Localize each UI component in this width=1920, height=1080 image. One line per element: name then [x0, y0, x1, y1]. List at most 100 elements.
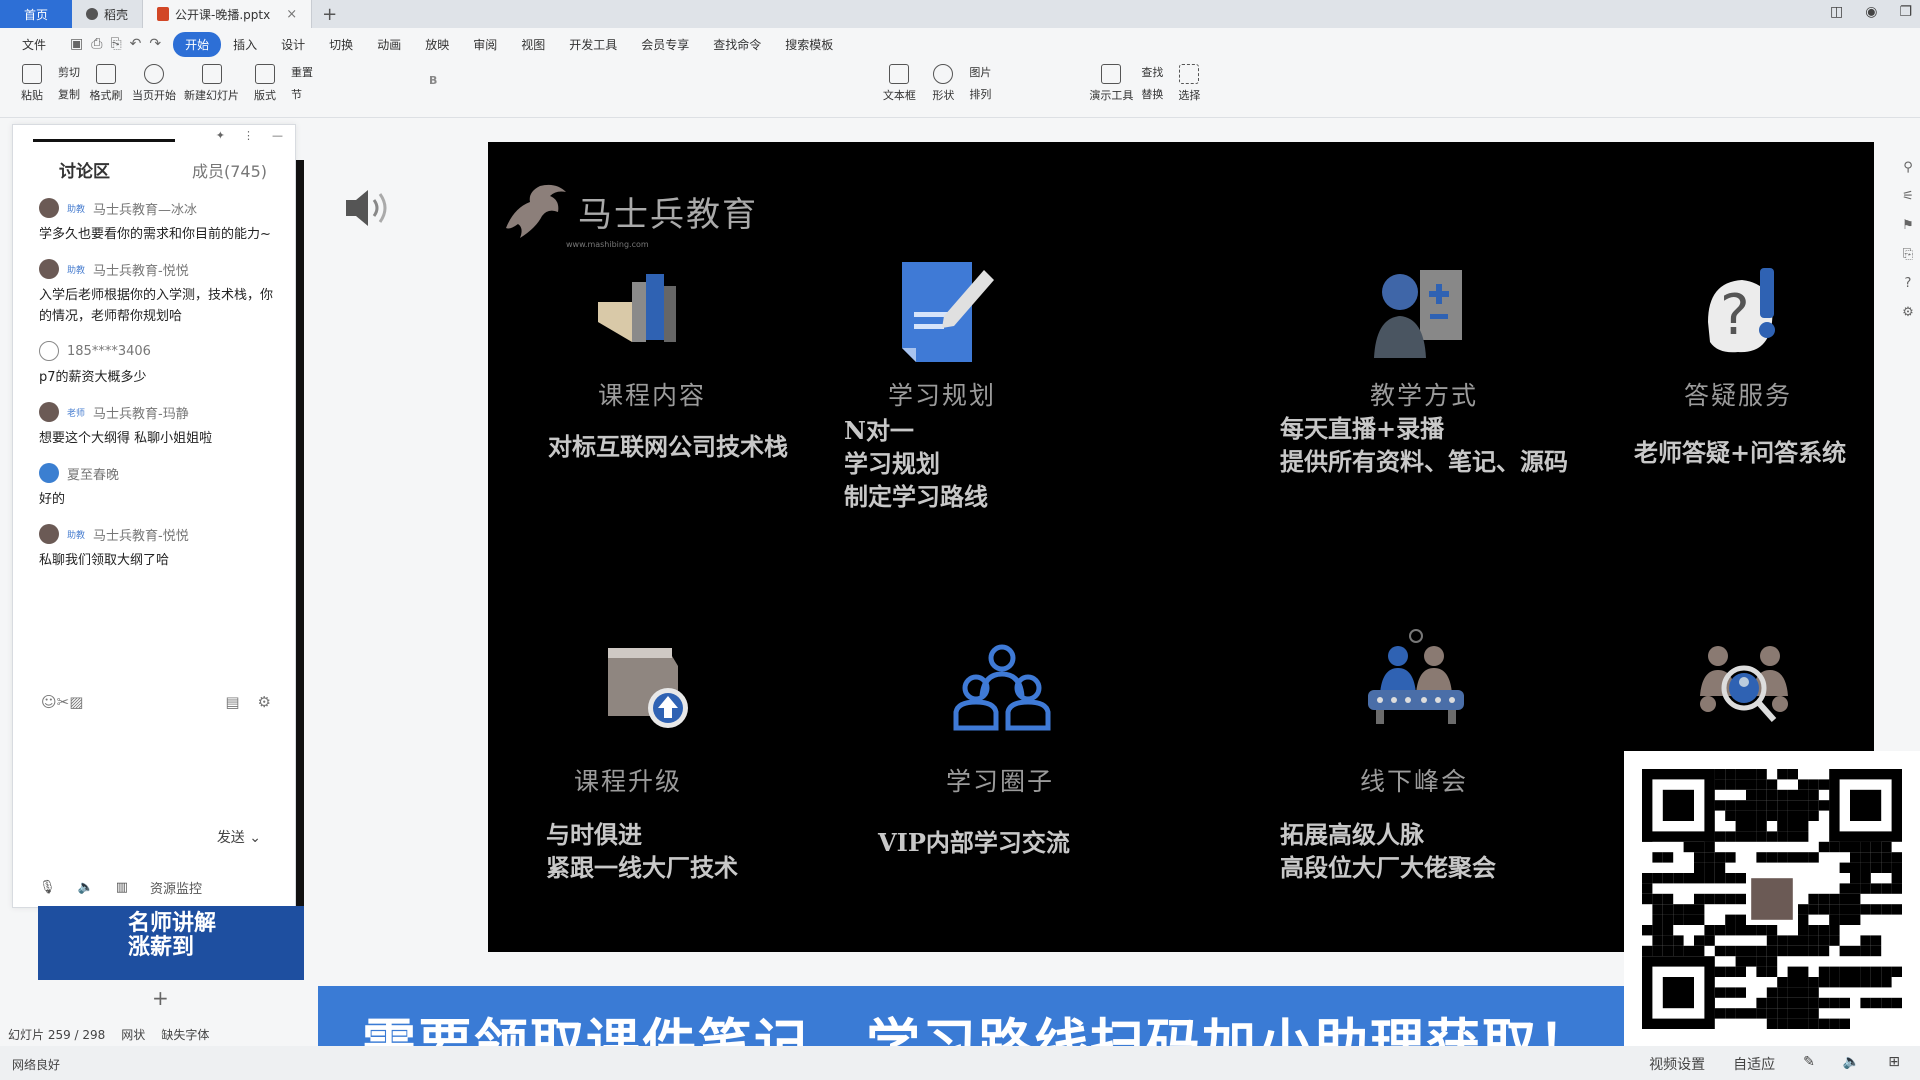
people-search-icon: [1700, 646, 1788, 722]
brand-logo: 马士兵教育 www.mashibing.com: [500, 178, 758, 249]
tab-members[interactable]: 成员(745): [192, 158, 267, 182]
tab-docer[interactable]: 稻壳: [72, 0, 144, 28]
save-icon[interactable]: ▣: [70, 36, 83, 52]
feature-desc-line: 提供所有资料、笔记、源码: [1280, 447, 1568, 476]
microphone-icon[interactable]: 🎙: [39, 880, 56, 895]
undo-icon[interactable]: ↶: [130, 36, 142, 52]
rail-icon-1[interactable]: ⚲: [1903, 160, 1913, 175]
menu-search-template[interactable]: 搜索模板: [773, 32, 845, 57]
grid-icon[interactable]: ⊞: [1888, 1054, 1900, 1074]
tab-presentation[interactable]: 公开课-晚播.pptx ×: [143, 0, 313, 28]
reset-button[interactable]: 重置: [291, 64, 313, 80]
bottom-bar: 网络良好 视频设置 自适应 ✎ 🔈 ⊞: [0, 1046, 1920, 1080]
chat-panel: ✦ ⋮ — 讨论区 成员(745) 助教 马士兵教育—冰冰 学多久也要看你的需求和…: [12, 124, 296, 908]
menu-insert[interactable]: 插入: [221, 32, 269, 57]
screenshot-icon[interactable]: ▤: [225, 693, 239, 711]
cut-button[interactable]: 剪切: [58, 64, 80, 80]
video-settings-button[interactable]: 视频设置: [1649, 1054, 1705, 1074]
sender-name: 马士兵教育-悦悦: [93, 263, 189, 279]
send-button[interactable]: 发送 ⌄: [217, 827, 261, 847]
feature-desc-line: N对一: [844, 416, 914, 445]
list-item: 助教 马士兵教育—冰冰 学多久也要看你的需求和你目前的能力~: [39, 198, 277, 245]
redo-icon[interactable]: ↷: [149, 36, 161, 52]
textbox-button[interactable]: 文本框: [881, 64, 917, 103]
menu-design[interactable]: 设计: [269, 32, 317, 57]
close-tab-icon[interactable]: ×: [286, 7, 297, 22]
feature-desc-line: 对标互联网公司技术栈: [548, 432, 788, 461]
export-icon[interactable]: ⎙: [91, 36, 102, 52]
menu-slideshow[interactable]: 放映: [413, 32, 461, 57]
print-icon[interactable]: ⎘: [110, 36, 121, 52]
slide-thumbnail[interactable]: 名师讲解涨薪到: [38, 906, 304, 980]
menu-member[interactable]: 会员专享: [629, 32, 701, 57]
menu-view[interactable]: 视图: [509, 32, 557, 57]
find-button[interactable]: 查找: [1141, 64, 1163, 80]
present-tools-label: 演示工具: [1089, 89, 1134, 102]
copy-button[interactable]: 复制: [58, 86, 80, 102]
menu-developer[interactable]: 开发工具: [557, 32, 629, 57]
menu-animation[interactable]: 动画: [365, 32, 413, 57]
role-badge: 老师: [67, 408, 86, 419]
send-label: 发送: [216, 830, 245, 846]
help-icon[interactable]: ?: [1905, 276, 1912, 291]
restore-icon[interactable]: ❐: [1899, 4, 1912, 20]
tab-discussion[interactable]: 讨论区: [33, 139, 175, 182]
format-painter-button[interactable]: 格式刷: [88, 64, 124, 103]
menu-find-command[interactable]: 查找命令: [701, 32, 773, 57]
feature-desc-line: 高段位大厂大佬聚会: [1280, 853, 1496, 882]
play-from-current-button[interactable]: 当页开始: [132, 64, 176, 103]
layout-button[interactable]: 版式: [247, 64, 283, 103]
fit-button[interactable]: 自适应: [1733, 1054, 1775, 1074]
sender-name: 夏至春晚: [67, 467, 120, 483]
new-slide-button[interactable]: 新建幻灯片: [184, 64, 239, 103]
shape-button[interactable]: 形状: [925, 64, 961, 103]
list-item: 助教 马士兵教育-悦悦 入学后老师根据你的入学测，技术栈，你的情况，老师帮你规划哈: [39, 259, 277, 327]
missing-font-button[interactable]: 缺失字体: [161, 1026, 209, 1043]
layout-icon[interactable]: ◫: [1830, 4, 1843, 20]
menu-review[interactable]: 审阅: [461, 32, 509, 57]
volume-icon[interactable]: 🔈: [78, 880, 94, 895]
speaker-icon[interactable]: [346, 186, 392, 230]
minimize-icon[interactable]: —: [272, 129, 283, 142]
resource-monitor-button[interactable]: 资源监控: [150, 878, 202, 897]
picture-button[interactable]: 图片: [969, 64, 991, 80]
select-button[interactable]: 选择: [1171, 64, 1207, 103]
arrange-button[interactable]: 排列: [969, 86, 991, 102]
brush-icon[interactable]: ✎: [1803, 1054, 1815, 1074]
paste-label: 粘贴: [21, 89, 43, 102]
emoji-icon[interactable]: ☺: [41, 693, 57, 711]
sliders-icon[interactable]: ⚟: [1902, 189, 1914, 204]
tab-presentation-label: 公开课-晚播.pptx: [175, 7, 271, 22]
paste-button[interactable]: 粘贴: [14, 64, 50, 103]
section-button[interactable]: 节: [291, 86, 313, 102]
rail-icon-3[interactable]: ⚑: [1902, 218, 1914, 233]
logo-text: 马士兵教育: [578, 194, 758, 235]
avatar: [39, 259, 59, 279]
menu-file[interactable]: 文件: [10, 32, 58, 57]
scissors-icon[interactable]: ✂: [57, 693, 70, 711]
shape-label: 形状: [932, 89, 955, 102]
volume-icon[interactable]: 🔈: [1843, 1054, 1860, 1074]
logo-url: www.mashibing.com: [566, 240, 649, 249]
bold-icon: B: [429, 73, 438, 87]
rail-icon-4[interactable]: ⎘: [1903, 247, 1913, 262]
present-tools-button[interactable]: 演示工具: [1089, 64, 1133, 103]
rail-icon-6[interactable]: ⚙: [1902, 305, 1914, 320]
settings-icon[interactable]: ⚙: [258, 693, 271, 711]
quick-access-toolbar: ▣ ⎙ ⎘ ↶ ↷: [70, 36, 161, 52]
select-label: 选择: [1178, 89, 1201, 102]
tab-docer-label: 稻壳: [104, 7, 129, 22]
new-tab-button[interactable]: +: [312, 4, 347, 25]
feature-title: 线下峰会: [1360, 767, 1469, 796]
chat-tabs: 讨论区 成员(745): [13, 139, 295, 190]
replace-button[interactable]: 替换: [1141, 86, 1163, 102]
signal-icon[interactable]: ▥: [116, 880, 128, 895]
menu-home[interactable]: 开始: [173, 31, 222, 57]
image-icon[interactable]: ▨: [69, 693, 83, 711]
add-slide-button[interactable]: +: [152, 986, 169, 1010]
pin-icon[interactable]: ✦: [216, 129, 225, 142]
avatar-icon[interactable]: ◉: [1865, 4, 1877, 20]
menu-transition[interactable]: 切换: [317, 32, 365, 57]
more-icon[interactable]: ⋮: [243, 129, 254, 142]
tab-home[interactable]: 首页: [0, 0, 72, 28]
